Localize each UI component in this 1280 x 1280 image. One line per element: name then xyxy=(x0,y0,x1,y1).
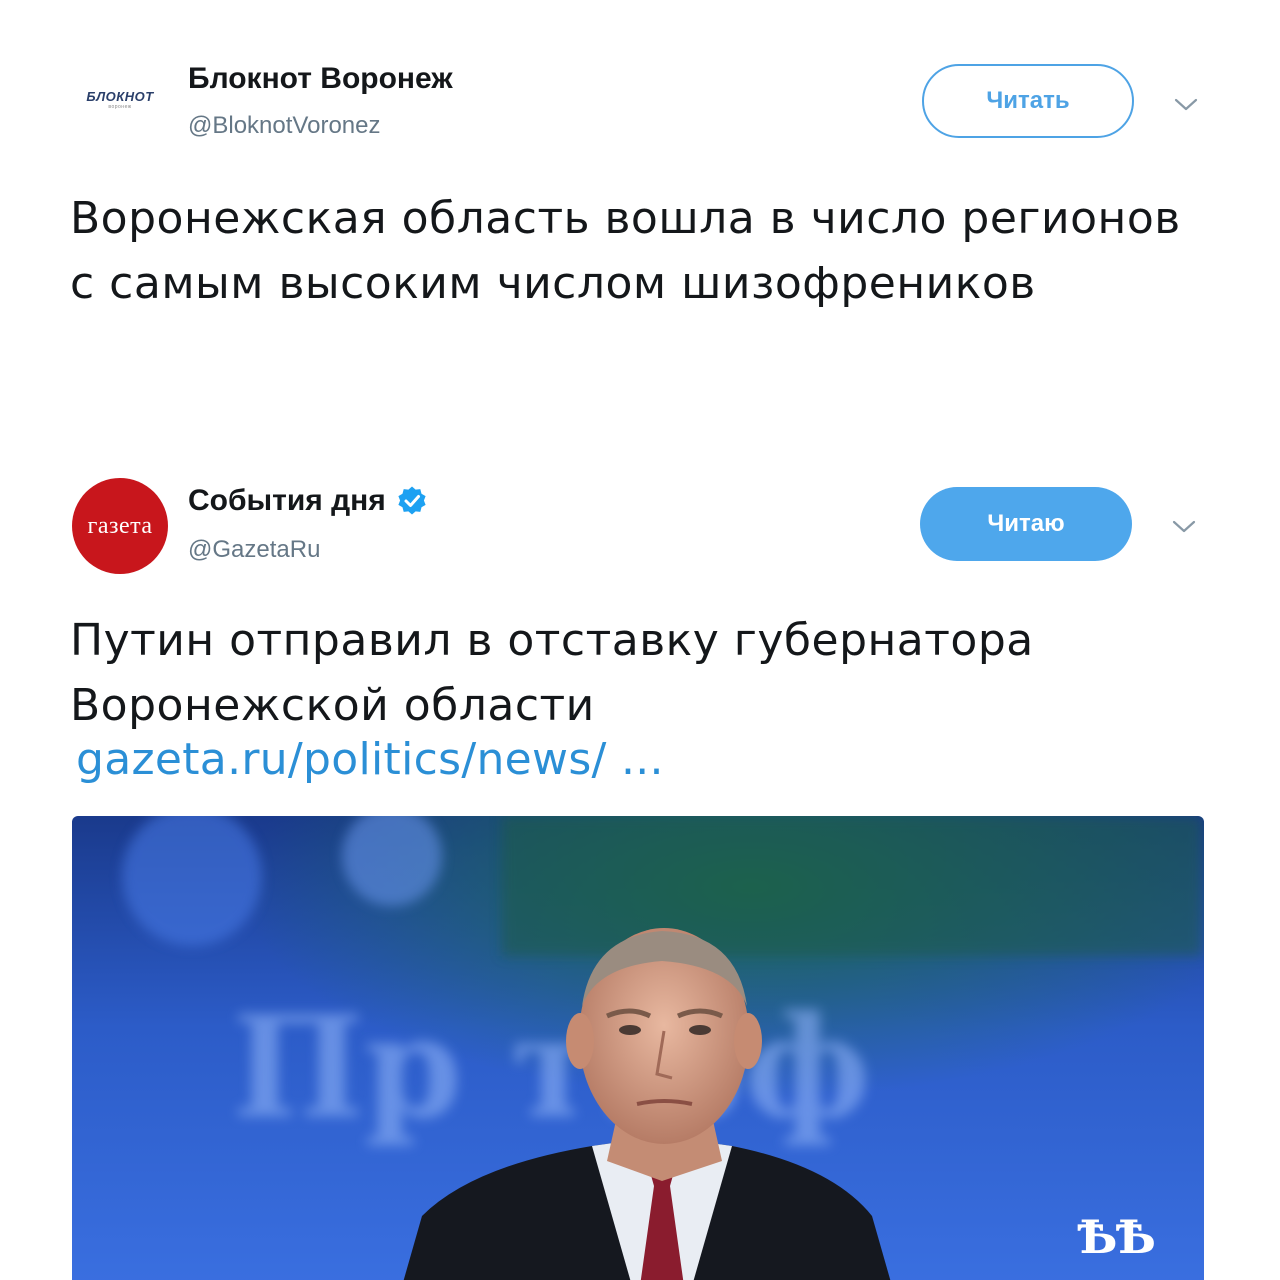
tweet-gazeta: газета События дня @GazetaRu Читаю Путин… xyxy=(0,460,1280,1280)
avatar-bloknot[interactable]: БЛОКНОТ воронеж xyxy=(72,52,168,148)
following-button[interactable]: Читаю xyxy=(920,487,1132,561)
chevron-down-icon[interactable] xyxy=(1172,96,1200,114)
photo-background-text: Пр т.рф xyxy=(232,986,870,1150)
user-handle[interactable]: @GazetaRu xyxy=(188,536,320,564)
photo-press-conference: Пр т.рф xyxy=(72,816,1204,1280)
watermark: ѢѢ xyxy=(1077,1210,1156,1264)
tweet-text: Путин отправил в отставку губернатора Во… xyxy=(70,615,1034,731)
author-name-row: Блокнот Воронеж xyxy=(188,62,453,96)
user-handle[interactable]: @BloknotVoronez xyxy=(188,112,380,140)
tweet-media-photo[interactable]: Пр т.рф xyxy=(72,816,1204,1280)
chevron-down-icon[interactable] xyxy=(1170,518,1198,536)
avatar-gazeta[interactable]: газета xyxy=(72,478,168,574)
avatar-brand-text: газета xyxy=(87,512,153,539)
tweet-bloknot: БЛОКНОТ воронеж Блокнот Воронеж @Bloknot… xyxy=(0,0,1280,420)
avatar-brand-text: БЛОКНОТ воронеж xyxy=(86,90,153,110)
tweet-text: Воронежская область вошла в число регион… xyxy=(70,193,1181,309)
display-name[interactable]: Блокнот Воронеж xyxy=(188,62,453,96)
author-name-row: События дня xyxy=(188,484,428,518)
avatar-brand-sub: воронеж xyxy=(108,104,132,110)
verified-badge-icon xyxy=(398,486,426,515)
tweet-link[interactable]: gazeta.ru/politics/news/ ... xyxy=(76,734,664,785)
display-name[interactable]: События дня xyxy=(188,484,386,518)
avatar-brand-label: БЛОКНОТ xyxy=(86,89,154,104)
follow-button[interactable]: Читать xyxy=(922,64,1134,138)
